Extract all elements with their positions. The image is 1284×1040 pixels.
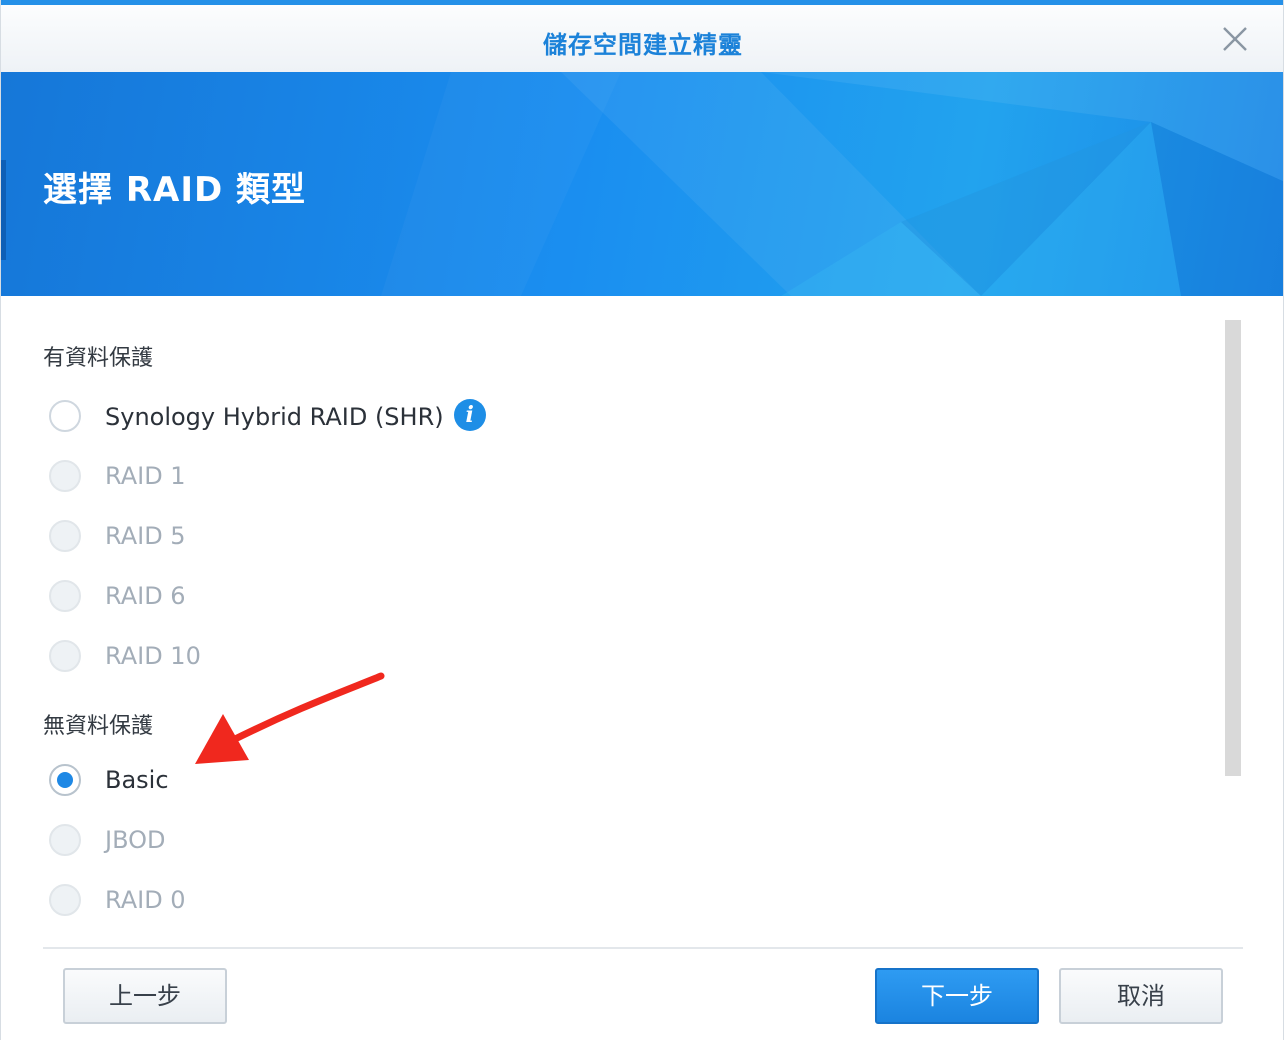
raid-type-list: 有資料保護 Synology Hybrid RAID (SHR) i RAID 1… [1,296,1283,946]
close-icon[interactable] [1221,25,1249,53]
storage-wizard-dialog: 儲存空間建立精靈 選擇 RAID 類型 有資料保護 Synology Hybri… [0,0,1284,1040]
radio-raid0[interactable] [49,884,81,916]
back-button[interactable]: 上一步 [63,968,227,1024]
option-raid5[interactable]: RAID 5 [47,518,747,558]
option-basic[interactable]: Basic [47,762,747,802]
section-label-protected: 有資料保護 [43,346,154,371]
title-bar: 儲存空間建立精靈 [1,5,1283,72]
section-label-unprotected: 無資料保護 [43,714,154,739]
option-basic-label: Basic [105,766,169,794]
radio-raid10[interactable] [49,640,81,672]
option-shr[interactable]: Synology Hybrid RAID (SHR) i [47,398,747,438]
next-button[interactable]: 下一步 [875,968,1039,1024]
option-raid1-label: RAID 1 [105,462,186,490]
option-raid1[interactable]: RAID 1 [47,458,747,498]
option-raid6-label: RAID 6 [105,582,186,610]
scrollbar-thumb[interactable] [1225,320,1241,776]
banner-left-strip [1,160,6,260]
radio-jbod[interactable] [49,824,81,856]
header-banner: 選擇 RAID 類型 [1,72,1283,296]
cancel-button[interactable]: 取消 [1059,968,1223,1024]
option-raid0[interactable]: RAID 0 [47,882,747,922]
window-title: 儲存空間建立精靈 [543,31,743,59]
radio-raid1[interactable] [49,460,81,492]
step-title: 選擇 RAID 類型 [43,170,307,210]
option-raid5-label: RAID 5 [105,522,186,550]
annotation-arrow [195,672,385,764]
radio-shr[interactable] [49,400,81,432]
option-raid10[interactable]: RAID 10 [47,638,747,678]
radio-raid6[interactable] [49,580,81,612]
info-icon[interactable]: i [453,399,486,431]
option-jbod-label: JBOD [105,826,166,854]
radio-raid5[interactable] [49,520,81,552]
option-raid10-label: RAID 10 [105,642,201,670]
radio-basic[interactable] [49,764,81,796]
footer-divider [43,947,1243,949]
option-jbod[interactable]: JBOD [47,822,747,862]
option-shr-label: Synology Hybrid RAID (SHR) i [105,399,486,434]
option-raid0-label: RAID 0 [105,886,186,914]
option-raid6[interactable]: RAID 6 [47,578,747,618]
